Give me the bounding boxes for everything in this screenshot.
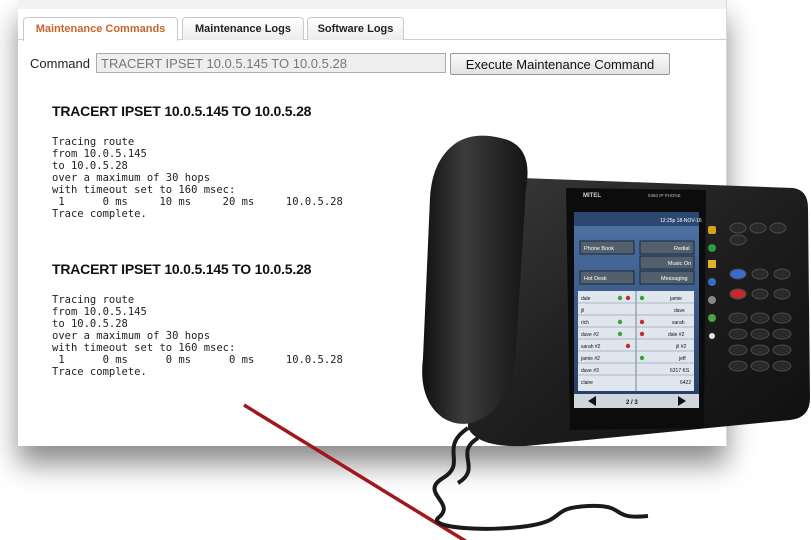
svg-text:Phone Book: Phone Book [584, 246, 614, 252]
svg-text:sarah: sarah [672, 320, 685, 326]
svg-text:12:25p 18-NOV-16: 12:25p 18-NOV-16 [660, 218, 702, 224]
svg-text:dave #2: dave #2 [581, 332, 599, 338]
svg-text:Music On: Music On [668, 261, 691, 267]
svg-text:dave #3: dave #3 [581, 368, 599, 374]
svg-text:5360 IP PHONE: 5360 IP PHONE [648, 193, 681, 198]
svg-text:6422: 6422 [680, 380, 691, 386]
svg-text:MITEL: MITEL [583, 193, 601, 199]
svg-text:rich: rich [581, 320, 589, 326]
svg-text:dale: dale [581, 296, 591, 302]
ip-desk-phone-image: MITEL 5360 IP PHONE 12:25p 18-NOV-16 Pho… [422, 135, 810, 531]
svg-text:jeff: jeff [678, 356, 686, 362]
svg-text:sarah #2: sarah #2 [581, 344, 601, 350]
svg-text:jamie: jamie [669, 296, 682, 302]
svg-text:jamie #2: jamie #2 [580, 356, 600, 362]
svg-text:dale #2: dale #2 [668, 332, 685, 338]
svg-text:6317 KS: 6317 KS [670, 368, 690, 374]
svg-text:jil #2: jil #2 [675, 344, 687, 350]
svg-text:Messaging: Messaging [661, 276, 688, 282]
svg-text:claire: claire [581, 380, 593, 386]
svg-text:Hot Desk: Hot Desk [584, 276, 607, 282]
svg-text:2 / 3: 2 / 3 [626, 400, 638, 406]
svg-text:jil: jil [580, 308, 584, 314]
svg-text:dave: dave [674, 308, 685, 314]
svg-text:Redial: Redial [674, 246, 690, 252]
